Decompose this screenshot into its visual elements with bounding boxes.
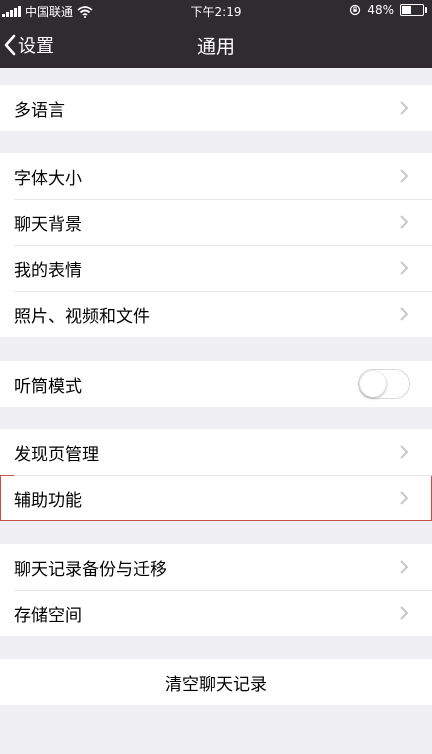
chevron-right-icon bbox=[400, 491, 409, 505]
battery-icon bbox=[400, 4, 427, 16]
chevron-right-icon bbox=[400, 445, 409, 459]
settings-row-language[interactable]: 多语言 bbox=[0, 85, 432, 131]
settings-row-photos-videos-files[interactable]: 照片、视频和文件 bbox=[0, 291, 432, 337]
chevron-right-icon bbox=[400, 101, 409, 115]
chevron-right-icon bbox=[400, 307, 409, 321]
clear-chat-history-label: 清空聊天记录 bbox=[165, 674, 267, 695]
toggle-knob bbox=[360, 371, 386, 397]
row-label: 字体大小 bbox=[14, 168, 82, 189]
chevron-right-icon bbox=[400, 169, 409, 183]
chevron-right-icon bbox=[400, 560, 409, 574]
battery-percentage: 48% bbox=[367, 3, 394, 17]
page-title: 通用 bbox=[196, 36, 235, 58]
settings-row-accessibility[interactable]: 辅助功能 bbox=[0, 475, 432, 521]
row-label: 聊天背景 bbox=[14, 214, 82, 235]
row-label: 我的表情 bbox=[14, 260, 82, 281]
earpiece-mode-toggle[interactable] bbox=[358, 369, 410, 399]
status-bar: 中国联通 下午2:19 48% bbox=[0, 0, 432, 22]
chevron-right-icon bbox=[400, 215, 409, 229]
navigation-bar: 设置 通用 bbox=[0, 22, 432, 68]
settings-row-font-size[interactable]: 字体大小 bbox=[0, 153, 432, 199]
group-storage: 聊天记录备份与迁移 存储空间 bbox=[0, 544, 432, 636]
group-clear: 清空聊天记录 bbox=[0, 659, 432, 705]
row-label: 多语言 bbox=[14, 100, 65, 121]
row-label: 存储空间 bbox=[14, 605, 82, 626]
clear-chat-history-button[interactable]: 清空聊天记录 bbox=[0, 659, 432, 705]
group-discover: 发现页管理 辅助功能 bbox=[0, 429, 432, 521]
settings-row-earpiece-mode: 听筒模式 bbox=[0, 361, 432, 407]
group-display: 字体大小 聊天背景 我的表情 照片、视频和文件 bbox=[0, 153, 432, 337]
group-earpiece: 听筒模式 bbox=[0, 361, 432, 407]
settings-row-my-stickers[interactable]: 我的表情 bbox=[0, 245, 432, 291]
row-label: 聊天记录备份与迁移 bbox=[14, 559, 167, 580]
settings-row-discover-management[interactable]: 发现页管理 bbox=[0, 429, 432, 475]
status-right: 48% bbox=[349, 3, 427, 17]
settings-row-chat-backup-migration[interactable]: 聊天记录备份与迁移 bbox=[0, 544, 432, 590]
settings-row-storage[interactable]: 存储空间 bbox=[0, 590, 432, 636]
row-label: 辅助功能 bbox=[14, 490, 82, 511]
row-label: 发现页管理 bbox=[14, 444, 99, 465]
row-label: 照片、视频和文件 bbox=[14, 306, 150, 327]
chevron-right-icon bbox=[400, 606, 409, 620]
group-language: 多语言 bbox=[0, 85, 432, 131]
row-label: 听筒模式 bbox=[14, 376, 82, 397]
chevron-right-icon bbox=[400, 261, 409, 275]
settings-row-chat-background[interactable]: 聊天背景 bbox=[0, 199, 432, 245]
orientation-lock-icon bbox=[350, 4, 361, 16]
top-bar: 中国联通 下午2:19 48% 设置 通用 bbox=[0, 0, 432, 68]
